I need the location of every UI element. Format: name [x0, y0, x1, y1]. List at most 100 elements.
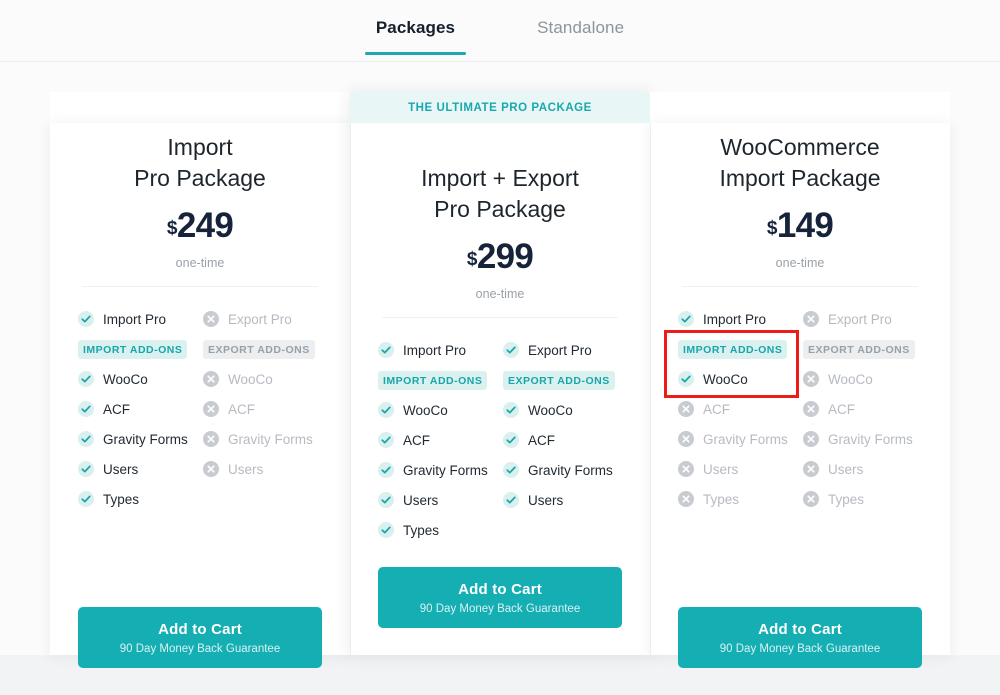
- feature-label: Export Pro: [228, 311, 292, 327]
- tab-packages[interactable]: Packages: [364, 0, 467, 55]
- check-icon: [503, 492, 519, 508]
- feature-columns: Import Pro IMPORT ADD-ONS WooCo ACF Gravity …: [78, 304, 322, 514]
- feature-label: WooCo: [403, 402, 448, 418]
- feature-label: Gravity Forms: [403, 462, 488, 478]
- feature-row-export-1: ACF: [803, 394, 922, 424]
- card-divider: [682, 286, 918, 287]
- feature-row-export-0: WooCo: [803, 364, 922, 394]
- add-to-cart-label: Add to Cart: [458, 581, 542, 598]
- tab-standalone[interactable]: Standalone: [525, 0, 636, 38]
- close-icon: [803, 431, 819, 447]
- price-period: one-time: [475, 287, 525, 301]
- package-title: Import + Export Pro Package: [421, 165, 579, 222]
- check-icon: [503, 402, 519, 418]
- feature-columns: Import Pro IMPORT ADD-ONS WooCo ACF Gravity …: [678, 304, 922, 514]
- check-icon: [78, 461, 94, 477]
- check-icon: [378, 342, 394, 358]
- feature-label: Import Pro: [103, 311, 167, 327]
- feature-row-import-0: WooCo: [78, 364, 197, 394]
- pricing-card-1: Import Pro Package $249 one-time Import Pro…: [50, 92, 350, 668]
- feature-label: Users: [103, 461, 139, 477]
- feature-row-export-head-0: Export Pro: [203, 304, 322, 334]
- card-divider: [82, 286, 318, 287]
- add-to-cart-button[interactable]: Add to Cart 90 Day Money Back Guarantee: [78, 607, 322, 668]
- check-icon: [678, 311, 694, 327]
- feature-label: ACF: [528, 432, 555, 448]
- feature-label: ACF: [103, 401, 130, 417]
- package-price: $299: [378, 239, 622, 274]
- import-addons-badge-row: IMPORT ADD-ONS: [78, 334, 197, 364]
- check-icon: [78, 491, 94, 507]
- feature-row-export-2: Gravity Forms: [203, 424, 322, 454]
- close-icon: [803, 491, 819, 507]
- feature-label: WooCo: [703, 371, 748, 387]
- feature-row-import-1: ACF: [678, 394, 797, 424]
- close-icon: [803, 461, 819, 477]
- close-icon: [678, 491, 694, 507]
- feature-label: Gravity Forms: [703, 431, 788, 447]
- feature-label: Export Pro: [828, 311, 892, 327]
- money-back-guarantee-label: 90 Day Money Back Guarantee: [719, 643, 881, 655]
- feature-label: Users: [828, 461, 864, 477]
- feature-row-export-head-0: Export Pro: [803, 304, 922, 334]
- package-price: $149: [678, 208, 922, 243]
- feature-label: Types: [403, 522, 440, 538]
- feature-row-export-2: Gravity Forms: [503, 455, 622, 485]
- import-addons-badge: IMPORT ADD-ONS: [678, 339, 788, 359]
- export-column: Export Pro EXPORT ADD-ONS WooCo ACF Gravity …: [797, 304, 922, 514]
- import-addons-badge: IMPORT ADD-ONS: [378, 370, 488, 390]
- package-title: Import Pro Package: [134, 134, 266, 191]
- feature-label: Users: [528, 492, 564, 508]
- add-to-cart-button[interactable]: Add to Cart 90 Day Money Back Guarantee: [378, 567, 622, 628]
- feature-row-import-4: Types: [678, 484, 797, 514]
- feature-label: Users: [703, 461, 739, 477]
- close-icon: [203, 401, 219, 417]
- check-icon: [78, 371, 94, 387]
- feature-row-export-2: Gravity Forms: [803, 424, 922, 454]
- close-icon: [678, 461, 694, 477]
- check-icon: [678, 371, 694, 387]
- check-icon: [78, 401, 94, 417]
- feature-columns: Import Pro IMPORT ADD-ONS WooCo ACF Gravity …: [378, 335, 622, 545]
- card-content: WooCommerce Import Package $149 one-time Im…: [650, 132, 950, 695]
- feature-label: Gravity Forms: [528, 462, 613, 478]
- feature-row-import-4: Types: [378, 515, 497, 545]
- check-icon: [378, 462, 394, 478]
- feature-row-export-4: Types: [803, 484, 922, 514]
- feature-row-export-1: ACF: [503, 425, 622, 455]
- price-period: one-time: [175, 256, 225, 270]
- feature-label: Users: [228, 461, 264, 477]
- feature-row-import-3: Users: [78, 454, 197, 484]
- featured-banner: THE ULTIMATE PRO PACKAGE: [350, 92, 650, 123]
- feature-row-import-3: Users: [378, 485, 497, 515]
- close-icon: [678, 431, 694, 447]
- feature-row-import-2: Gravity Forms: [678, 424, 797, 454]
- export-addons-badge-row: EXPORT ADD-ONS: [803, 334, 922, 364]
- close-icon: [203, 371, 219, 387]
- tab-packages-label: Packages: [375, 18, 456, 37]
- tab-bar-divider: [0, 61, 1000, 62]
- add-to-cart-button[interactable]: Add to Cart 90 Day Money Back Guarantee: [678, 607, 922, 668]
- feature-row-import-head-0: Import Pro: [378, 335, 497, 365]
- feature-row-import-0: WooCo: [678, 364, 797, 394]
- feature-row-import-1: ACF: [378, 425, 497, 455]
- check-icon: [503, 342, 519, 358]
- feature-row-export-3: Users: [803, 454, 922, 484]
- check-icon: [378, 522, 394, 538]
- import-addons-badge-row: IMPORT ADD-ONS: [378, 365, 497, 395]
- export-column: Export Pro EXPORT ADD-ONS WooCo ACF Gravity …: [197, 304, 322, 514]
- check-icon: [378, 492, 394, 508]
- close-icon: [203, 311, 219, 327]
- feature-row-export-1: ACF: [203, 394, 322, 424]
- feature-label: Types: [103, 491, 140, 507]
- feature-row-import-2: Gravity Forms: [78, 424, 197, 454]
- close-icon: [803, 371, 819, 387]
- feature-label: ACF: [228, 401, 255, 417]
- import-column: Import Pro IMPORT ADD-ONS WooCo ACF Gravity …: [378, 335, 497, 545]
- feature-label: WooCo: [103, 371, 148, 387]
- feature-row-import-1: ACF: [78, 394, 197, 424]
- close-icon: [678, 401, 694, 417]
- feature-label: WooCo: [528, 402, 573, 418]
- pricing-card-3: WooCommerce Import Package $149 one-time Im…: [650, 92, 950, 668]
- check-icon: [78, 311, 94, 327]
